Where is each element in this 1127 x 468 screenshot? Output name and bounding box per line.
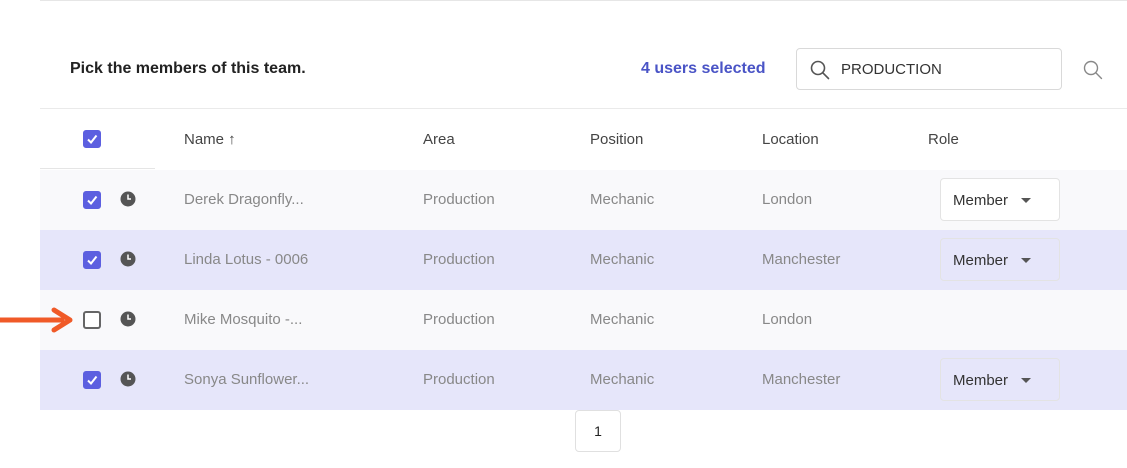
role-value: Member	[953, 192, 1009, 209]
table-row[interactable]: Linda Lotus - 0006 Production Mechanic M…	[40, 230, 1127, 290]
role-value: Member	[953, 372, 1009, 389]
cell-name: Linda Lotus - 0006	[184, 251, 309, 268]
chevron-down-icon	[1021, 258, 1031, 263]
column-header-area[interactable]: Area	[423, 131, 455, 148]
cell-area: Production	[423, 251, 495, 268]
checkmark-icon	[87, 134, 98, 145]
row-checkbox[interactable]	[83, 371, 101, 389]
checkmark-icon	[87, 375, 98, 386]
cell-area: Production	[423, 191, 495, 208]
role-dropdown[interactable]: Member	[940, 178, 1060, 221]
search-icon	[810, 60, 830, 80]
table-row[interactable]: Derek Dragonfly... Production Mechanic L…	[40, 170, 1127, 230]
checkmark-icon	[87, 255, 98, 266]
cell-location: London	[762, 191, 813, 208]
header-underline	[40, 168, 155, 169]
clock-icon	[120, 371, 136, 387]
search-input[interactable]	[841, 49, 1051, 89]
cell-name: Derek Dragonfly...	[184, 191, 304, 208]
cell-name: Sonya Sunflower...	[184, 371, 310, 388]
select-all-checkbox[interactable]	[83, 130, 101, 148]
search-icon[interactable]	[1082, 59, 1104, 81]
selected-count-link[interactable]: 4 users selected	[641, 60, 766, 78]
pagination-page-button[interactable]: 1	[575, 410, 621, 452]
search-field[interactable]	[796, 48, 1062, 90]
cell-area: Production	[423, 371, 495, 388]
column-header-position[interactable]: Position	[590, 131, 643, 148]
row-checkbox[interactable]	[83, 251, 101, 269]
cell-location: Manchester	[762, 371, 841, 388]
chevron-down-icon	[1021, 378, 1031, 383]
arrow-right-icon	[0, 307, 73, 333]
table-row[interactable]: Sonya Sunflower... Production Mechanic M…	[40, 350, 1127, 410]
checkmark-icon	[87, 195, 98, 206]
cell-location: London	[762, 311, 813, 328]
chevron-down-icon	[1021, 198, 1031, 203]
table-row[interactable]: Mike Mosquito -... Production Mechanic L…	[40, 290, 1127, 350]
column-header-name[interactable]: Name ↑	[184, 131, 236, 148]
role-dropdown[interactable]: Member	[940, 358, 1060, 401]
table-header: Name ↑ Area Position Location Role	[40, 109, 1127, 169]
cell-position: Mechanic	[590, 191, 655, 208]
role-value: Member	[953, 252, 1009, 269]
cell-position: Mechanic	[590, 251, 655, 268]
cell-name: Mike Mosquito -...	[184, 311, 303, 328]
clock-icon	[120, 191, 136, 207]
clock-icon	[120, 251, 136, 267]
column-header-role[interactable]: Role	[928, 131, 959, 148]
row-checkbox[interactable]	[83, 191, 101, 209]
cell-location: Manchester	[762, 251, 841, 268]
cell-area: Production	[423, 311, 495, 328]
instruction-text: Pick the members of this team.	[70, 60, 306, 77]
row-checkbox[interactable]	[83, 311, 101, 329]
cell-position: Mechanic	[590, 371, 655, 388]
clock-icon	[120, 311, 136, 327]
role-dropdown[interactable]: Member	[940, 238, 1060, 281]
team-members-header: Pick the members of this team. 4 users s…	[0, 0, 1127, 108]
column-header-location[interactable]: Location	[762, 131, 819, 148]
cell-position: Mechanic	[590, 311, 655, 328]
